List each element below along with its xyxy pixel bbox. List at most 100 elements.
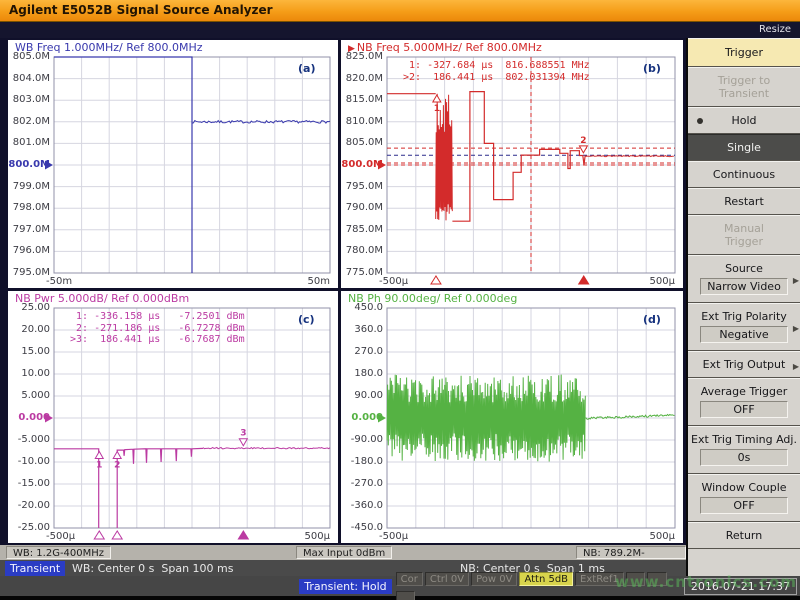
y-tick-label: 270.0 (341, 347, 383, 357)
panel-b-corner-label: (b) (643, 62, 661, 75)
y-tick-label: 810.0M (341, 117, 383, 127)
y-tick-label: 798.0M (8, 203, 50, 213)
softkey-label: Return (726, 529, 763, 542)
status-indicator-pow-0v: Pow 0V (471, 572, 517, 586)
panel-c[interactable]: 123NB Pwr 5.000dB/ Ref 0.000dBm25.0020.0… (8, 291, 338, 543)
y-tick-label: 90.00 (341, 391, 383, 401)
trace (452, 92, 587, 222)
marker-2-icon (113, 451, 121, 458)
status-indicators: CorCtrl 0VPow 0VAttn 5dBExtRef1 (396, 567, 684, 600)
wb-sweep-label: WB: Center 0 s Span 100 ms (72, 562, 233, 575)
y-tick-label: -180.0 (341, 457, 383, 467)
softkey-value: Negative (700, 326, 788, 343)
y-tick-label: 795.0M (341, 182, 383, 192)
softkey-label: Ext Trig Timing Adj. (691, 433, 797, 446)
marker-1-label: 1 (96, 460, 102, 470)
marker-2-label: 2 (114, 460, 120, 470)
softkey-manual-trigger: Manual Trigger (688, 215, 800, 255)
wb-range-label: WB: 1.2G-400MHz (6, 546, 111, 559)
softkey-trigger: Trigger (688, 38, 800, 67)
softkey-return[interactable]: Return (688, 522, 800, 549)
softkey-source[interactable]: SourceNarrow Video▶ (688, 255, 800, 303)
top-strip: Resize (0, 22, 800, 38)
y-tick-label: 801.0M (8, 138, 50, 148)
y-tick-label: 0.000 (8, 413, 50, 423)
submenu-arrow-icon: ▶ (793, 274, 799, 287)
y-tick-label: 802.0M (8, 117, 50, 127)
window-titlebar: Agilent E5052B Signal Source Analyzer (0, 0, 800, 22)
y-tick-label: 796.0M (8, 246, 50, 256)
y-tick-label: -15.00 (8, 479, 50, 489)
panel-d[interactable]: NB Ph 90.00deg/ Ref 0.000deg450.0360.027… (341, 291, 683, 543)
softkey-ext-trig-output[interactable]: Ext Trig Output ▶ (688, 351, 800, 378)
y-tick-label: 15.00 (8, 347, 50, 357)
y-tick-label: 180.0 (341, 369, 383, 379)
y-tick-label: 804.0M (8, 74, 50, 84)
y-tick-label: 10.00 (8, 369, 50, 379)
x-start-label: -500µ (379, 276, 408, 287)
softkey-single[interactable]: Single (688, 134, 800, 161)
panel-d-corner-label: (d) (643, 313, 661, 326)
softkey-trigger-to-transient: Trigger to Transient (688, 67, 800, 107)
marker-2-label: 2 (580, 136, 586, 146)
status-indicator-cor: Cor (396, 572, 423, 586)
marker-1-icon (433, 95, 441, 102)
softkey-label: Restart (724, 195, 764, 208)
nb-range-label: NB: 789.2M-814.8MHz (576, 546, 686, 559)
resize-button[interactable]: Resize (759, 24, 791, 35)
softkey-label: Average Trigger (701, 385, 788, 398)
softkey-label: Manual Trigger (724, 222, 764, 248)
x-end-label: 500µ (645, 276, 675, 287)
panel-d-plot (341, 291, 683, 543)
softkey-label: Trigger (725, 46, 763, 59)
max-input-label: Max Input 0dBm (296, 546, 392, 559)
instrument-status-bar: Transient: Hold CorCtrl 0VPow 0VAttn 5dB… (0, 576, 800, 600)
y-tick-label: 780.0M (341, 246, 383, 256)
softkey-label: Hold (731, 114, 756, 127)
marker-3-icon (239, 439, 247, 446)
y-tick-label: 795.0M (8, 268, 50, 278)
panel-a-corner-label: (a) (298, 62, 315, 75)
marker-readout: 1: -327.684 µs 816.688551 MHz >2: 186.44… (403, 60, 590, 83)
x-end-label: 500µ (645, 531, 675, 542)
panel-a-plot (8, 40, 338, 288)
x-end-label: 50m (300, 276, 330, 287)
trace-settled (203, 448, 330, 449)
softkey-ext-trig-timing-adj[interactable]: Ext Trig Timing Adj.0s (688, 426, 800, 474)
y-tick-label: 820.0M (341, 74, 383, 84)
y-tick-label: 25.00 (8, 303, 50, 313)
y-tick-label: 20.00 (8, 325, 50, 335)
y-tick-label: 775.0M (341, 268, 383, 278)
y-tick-label: -90.00 (341, 435, 383, 445)
marker-1-label: 1 (434, 104, 440, 114)
softkey-label: Continuous (713, 168, 775, 181)
measurement-info-bar: WB: 1.2G-400MHz Max Input 0dBm NB: 789.2… (0, 545, 686, 560)
mode-badge: Transient (5, 561, 65, 576)
x-start-label: -500µ (46, 531, 75, 542)
softkey-menu: Trigger Trigger to Transient Hold Single Con… (686, 38, 800, 576)
softkey-continuous[interactable]: Continuous (688, 161, 800, 188)
panel-a[interactable]: WB Freq 1.000MHz/ Ref 800.0MHz805.0M804.… (8, 40, 338, 288)
status-indicator-extref1: ExtRef1 (575, 572, 624, 586)
y-tick-label: -5.000 (8, 435, 50, 445)
softkey-average-trigger[interactable]: Average TriggerOFF (688, 378, 800, 426)
trace-settled (586, 415, 675, 420)
radio-dot-icon (697, 118, 703, 124)
status-indicator-blank (626, 572, 646, 586)
axis-marker-icon (238, 531, 248, 539)
submenu-arrow-icon: ▶ (793, 360, 799, 373)
status-indicator-blank (647, 572, 667, 586)
softkey-hold[interactable]: Hold (688, 107, 800, 134)
status-indicator-ctrl-0v: Ctrl 0V (425, 572, 469, 586)
softkey-restart[interactable]: Restart (688, 188, 800, 215)
y-tick-label: 785.0M (341, 225, 383, 235)
softkey-label: Source (725, 262, 763, 275)
softkey-ext-trig-polarity[interactable]: Ext Trig PolarityNegative▶ (688, 303, 800, 351)
panel-b[interactable]: 12▶NB Freq 5.000MHz/ Ref 800.0MHz825.0M8… (341, 40, 683, 288)
trace (117, 448, 203, 528)
trigger-status-badge: Transient: Hold (299, 579, 391, 594)
softkey-window-couple[interactable]: Window CoupleOFF (688, 474, 800, 522)
y-tick-label: 800.0M (341, 160, 383, 170)
y-tick-label: 800.0M (8, 160, 50, 170)
softkey-label: Ext Trig Output (703, 358, 786, 371)
